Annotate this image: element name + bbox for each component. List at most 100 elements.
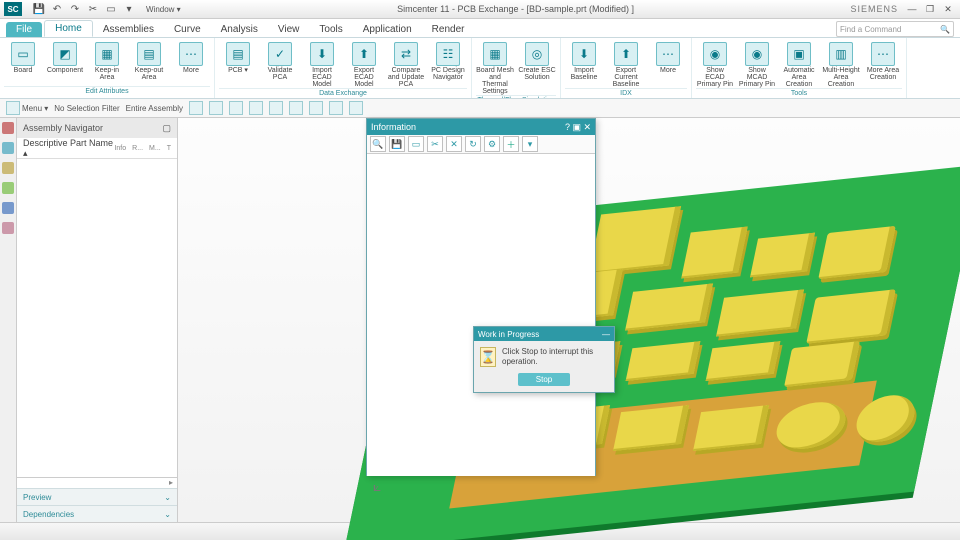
- ecad-pin-icon: ◉: [703, 42, 727, 66]
- keepout-icon: ▤: [137, 42, 161, 66]
- group-caption: Tools: [696, 88, 902, 98]
- view-triad[interactable]: ⟀: [373, 478, 401, 506]
- more-idx-button[interactable]: ⋯More: [649, 40, 687, 88]
- minimize-button[interactable]: —: [904, 3, 920, 15]
- nav-icon[interactable]: [2, 202, 14, 214]
- board-mesh-button[interactable]: ▦Board Mesh and Thermal Settings: [476, 40, 514, 95]
- find-icon[interactable]: 🔍: [370, 136, 386, 152]
- tab-file[interactable]: File: [6, 22, 42, 37]
- mcad-pin-icon: ◉: [745, 42, 769, 66]
- ribbon: ▭Board ◩Component ▦Keep-in Area ▤Keep-ou…: [0, 38, 960, 99]
- preview-section[interactable]: Preview⌄: [17, 488, 177, 505]
- tool-icon[interactable]: [229, 101, 243, 115]
- close-button[interactable]: ✕: [940, 3, 956, 15]
- pc-design-nav-button[interactable]: ☷PC Design Navigator: [429, 40, 467, 88]
- cut-icon[interactable]: ✂: [86, 2, 100, 16]
- import-ecad-button[interactable]: ⬇Import ECAD Model: [303, 40, 341, 88]
- dialog-title: Work in Progress: [478, 330, 539, 339]
- panel-title: Assembly Navigator▢: [17, 118, 177, 138]
- info-window-controls[interactable]: ? ▣ ✕: [565, 122, 591, 133]
- create-esc-button[interactable]: ◎Create ESC Solution: [518, 40, 556, 95]
- tool-icon[interactable]: [269, 101, 283, 115]
- tab-view[interactable]: View: [268, 22, 310, 37]
- tab-home[interactable]: Home: [44, 20, 93, 37]
- more-icon: ⋯: [179, 42, 203, 66]
- delete-icon[interactable]: ✕: [446, 136, 462, 152]
- keep-in-button[interactable]: ▦Keep-in Area: [88, 40, 126, 86]
- dependencies-section[interactable]: Dependencies⌄: [17, 505, 177, 522]
- restore-button[interactable]: ❐: [922, 3, 938, 15]
- tool-icon[interactable]: [249, 101, 263, 115]
- board-button[interactable]: ▭Board: [4, 40, 42, 86]
- command-search[interactable]: Find a Command🔍: [836, 21, 954, 37]
- nav-icon[interactable]: [2, 142, 14, 154]
- search-icon: 🔍: [940, 25, 950, 34]
- copy-icon[interactable]: ▭: [104, 2, 118, 16]
- save-icon[interactable]: 💾: [32, 2, 46, 16]
- undo-icon[interactable]: ↶: [50, 2, 64, 16]
- pcb-menu-button[interactable]: ▤PCB ▾: [219, 40, 257, 88]
- info-title: Information: [371, 122, 416, 132]
- cut-icon[interactable]: ✂: [427, 136, 443, 152]
- multi-height-icon: ▥: [829, 42, 853, 66]
- tool-icon[interactable]: [309, 101, 323, 115]
- title-bar: SC 💾 ↶ ↷ ✂ ▭ ▾ Window ▾ Simcenter 11 - P…: [0, 0, 960, 19]
- more-edit-button[interactable]: ⋯More: [172, 40, 210, 86]
- more-area-button[interactable]: ⋯More Area Creation: [864, 40, 902, 88]
- ribbon-group-data-exchange: ▤PCB ▾ ✓Validate PCA ⬇Import ECAD Model …: [215, 38, 472, 98]
- validate-pca-button[interactable]: ✓Validate PCA: [261, 40, 299, 88]
- auto-area-button[interactable]: ▣Automatic Area Creation: [780, 40, 818, 88]
- refresh-icon[interactable]: ↻: [465, 136, 481, 152]
- tool-icon[interactable]: [189, 101, 203, 115]
- nav-icon[interactable]: [2, 122, 14, 134]
- show-mcad-pin-button[interactable]: ◉Show MCAD Primary Pin: [738, 40, 776, 88]
- hourglass-icon: ⌛: [480, 347, 496, 367]
- selection-filter[interactable]: No Selection Filter: [54, 104, 119, 113]
- compare-update-button[interactable]: ⇄Compare and Update PCA: [387, 40, 425, 88]
- settings-icon[interactable]: ⚙: [484, 136, 500, 152]
- redo-icon[interactable]: ↷: [68, 2, 82, 16]
- info-content: [367, 154, 595, 476]
- tab-analysis[interactable]: Analysis: [211, 22, 268, 37]
- assembly-navigator: Assembly Navigator▢ Descriptive Part Nam…: [17, 118, 178, 522]
- tool-icon[interactable]: [329, 101, 343, 115]
- multi-height-button[interactable]: ▥Multi-Height Area Creation: [822, 40, 860, 88]
- save-icon[interactable]: 💾: [389, 136, 405, 152]
- export-ecad-button[interactable]: ⬆Export ECAD Model: [345, 40, 383, 88]
- keep-out-button[interactable]: ▤Keep-out Area: [130, 40, 168, 86]
- component-button[interactable]: ◩Component: [46, 40, 84, 86]
- dialog-minimize[interactable]: —: [602, 330, 610, 339]
- resource-bar: [0, 118, 17, 522]
- 3d-viewport[interactable]: ⟀ Information ? ▣ ✕ 🔍 💾 ▭ ✂ ✕ ↻ ⚙ ＋ ▾ Wor…: [178, 118, 960, 522]
- more-icon: ⋯: [871, 42, 895, 66]
- info-toolbar: 🔍 💾 ▭ ✂ ✕ ↻ ⚙ ＋ ▾: [367, 135, 595, 154]
- tab-assemblies[interactable]: Assemblies: [93, 22, 164, 37]
- more-icon[interactable]: ▾: [522, 136, 538, 152]
- show-ecad-pin-button[interactable]: ◉Show ECAD Primary Pin: [696, 40, 734, 88]
- pcb-icon: ▤: [226, 42, 250, 66]
- menu-dropdown[interactable]: Menu ▾: [6, 101, 48, 115]
- nav-icon[interactable]: [2, 162, 14, 174]
- assembly-scope[interactable]: Entire Assembly: [126, 104, 183, 113]
- add-icon[interactable]: ＋: [503, 136, 519, 152]
- tool-icon[interactable]: [289, 101, 303, 115]
- tool-icon[interactable]: [209, 101, 223, 115]
- panel-close-icon[interactable]: ▢: [162, 123, 171, 134]
- import-baseline-button[interactable]: ⬇Import Baseline: [565, 40, 603, 88]
- tab-curve[interactable]: Curve: [164, 22, 211, 37]
- nav-icon[interactable]: [2, 182, 14, 194]
- tree-area[interactable]: [17, 159, 177, 477]
- export-baseline-button[interactable]: ⬆Export Current Baseline: [607, 40, 645, 88]
- copy-icon[interactable]: ▭: [408, 136, 424, 152]
- stop-button[interactable]: Stop: [518, 373, 570, 386]
- column-header[interactable]: Descriptive Part Name ▴ InfoR...M...T: [17, 138, 177, 159]
- nav-icon[interactable]: [2, 222, 14, 234]
- window-menu[interactable]: Window ▾: [146, 5, 181, 14]
- qat-more[interactable]: ▾: [122, 2, 136, 16]
- export-icon: ⬆: [352, 42, 376, 66]
- component-icon: ◩: [53, 42, 77, 66]
- tab-application[interactable]: Application: [353, 22, 422, 37]
- tab-tools[interactable]: Tools: [309, 22, 352, 37]
- tab-render[interactable]: Render: [422, 22, 475, 37]
- tool-icon[interactable]: [349, 101, 363, 115]
